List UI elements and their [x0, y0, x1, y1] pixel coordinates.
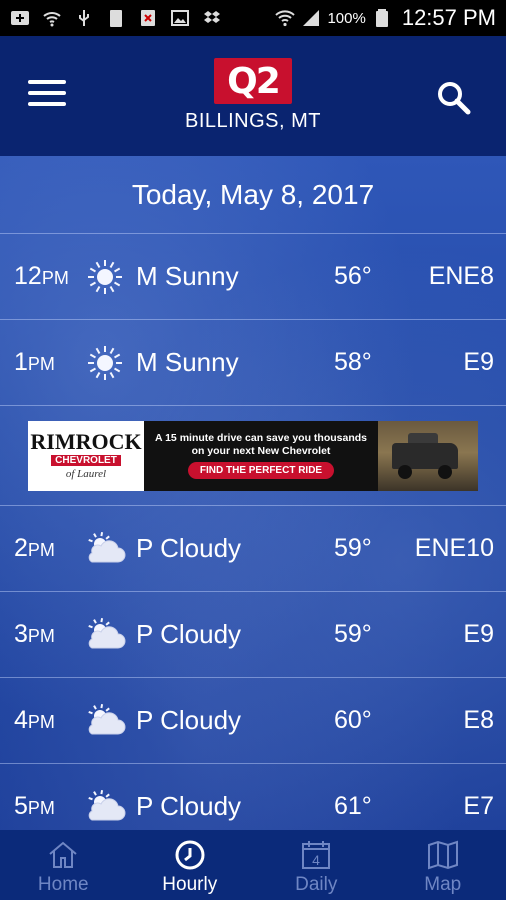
hour-row[interactable]: 1PM M Sunny 58° E9 [0, 320, 506, 406]
temperature: 59° [334, 534, 372, 562]
status-bar: 100% 12:57 PM [0, 0, 506, 36]
condition-label: M Sunny [136, 347, 239, 377]
battery-status-icon [110, 10, 122, 27]
map-icon [427, 840, 458, 870]
hour-time: 1PM [14, 348, 55, 376]
partly-cloudy-icon [84, 614, 126, 656]
ad-logo: RIMROCK CHEVROLET of Laurel [28, 420, 144, 491]
svg-text:4: 4 [312, 852, 320, 868]
status-notifications [10, 8, 222, 28]
sun-icon [84, 256, 126, 298]
hour-row[interactable]: 12PM M Sunny 56° ENE8 [0, 234, 506, 320]
wind: E9 [463, 348, 494, 376]
ad-row: RIMROCK CHEVROLET of Laurel A 15 minute … [0, 406, 506, 506]
add-box-icon [11, 11, 29, 25]
hour-row[interactable]: 2PM P Cloudy 59° ENE10 [0, 506, 506, 592]
blocked-icon [141, 10, 155, 26]
menu-button[interactable] [28, 80, 66, 110]
calendar-icon: 4 [302, 841, 331, 869]
date-header: Today, May 8, 2017 [0, 156, 506, 234]
battery-percent: 100% [327, 9, 366, 27]
ad-banner[interactable]: RIMROCK CHEVROLET of Laurel A 15 minute … [28, 420, 478, 491]
nav-home[interactable]: Home [0, 830, 127, 900]
image-icon [171, 10, 189, 26]
condition-label: P Cloudy [136, 791, 242, 821]
hour-row[interactable]: 3PM P Cloudy 59° E9 [0, 592, 506, 678]
status-time: 12:57 PM [401, 5, 496, 30]
clock-icon [175, 840, 205, 870]
hour-time: 12PM [14, 262, 69, 290]
nav-hourly[interactable]: Hourly [127, 830, 254, 900]
wind: E8 [463, 706, 494, 734]
temperature: 56° [334, 262, 372, 290]
wind: E9 [463, 620, 494, 648]
wifi-icon [43, 12, 61, 27]
temperature: 61° [334, 792, 372, 820]
condition-label: M Sunny [136, 261, 239, 291]
usb-icon [79, 10, 89, 26]
nav-map[interactable]: Map [380, 830, 506, 900]
dropbox-icon [204, 11, 220, 23]
partly-cloudy-icon [84, 528, 126, 570]
ad-text: A 15 minute drive can save you thousands… [144, 421, 378, 491]
wind: E7 [463, 792, 494, 820]
hour-row[interactable]: 4PM P Cloudy 60° E8 [0, 678, 506, 764]
home-icon [49, 841, 77, 868]
condition-label: P Cloudy [136, 533, 242, 563]
hamburger-icon [28, 80, 66, 84]
hour-time: 2PM [14, 534, 55, 562]
temperature: 58° [334, 348, 372, 376]
station-logo: Q2 [214, 58, 292, 104]
condition-label: P Cloudy [136, 705, 242, 735]
bottom-nav: Home Hourly 4 Daily Map [0, 830, 506, 900]
sun-icon [84, 342, 126, 384]
partly-cloudy-icon [84, 786, 126, 828]
ad-cta-button[interactable]: FIND THE PERFECT RIDE [187, 462, 335, 480]
condition-label: P Cloudy [136, 619, 242, 649]
battery-icon [375, 9, 388, 27]
hour-row[interactable]: 5PM P Cloudy 61° E7 [0, 764, 506, 830]
search-icon[interactable] [436, 80, 472, 116]
app-header: Q2 BILLINGS, MT [0, 36, 506, 156]
hour-time: 3PM [14, 620, 55, 648]
partly-cloudy-icon [84, 700, 126, 742]
temperature: 60° [334, 706, 372, 734]
hour-time: 5PM [14, 792, 55, 820]
wind: ENE8 [428, 262, 494, 290]
wifi-signal-icon [275, 10, 296, 27]
hour-time: 4PM [14, 706, 55, 734]
location-label: BILLINGS, MT [184, 110, 322, 132]
temperature: 59° [334, 620, 372, 648]
wind: ENE10 [414, 534, 494, 562]
status-system: 100% 12:57 PM [275, 5, 496, 31]
hourly-forecast-list[interactable]: Today, May 8, 2017 12PM M Sunny 56° ENE8 1PM… [0, 156, 506, 830]
cell-signal-icon [303, 10, 320, 26]
nav-daily[interactable]: 4 Daily [253, 830, 380, 900]
truck-image [378, 420, 478, 491]
